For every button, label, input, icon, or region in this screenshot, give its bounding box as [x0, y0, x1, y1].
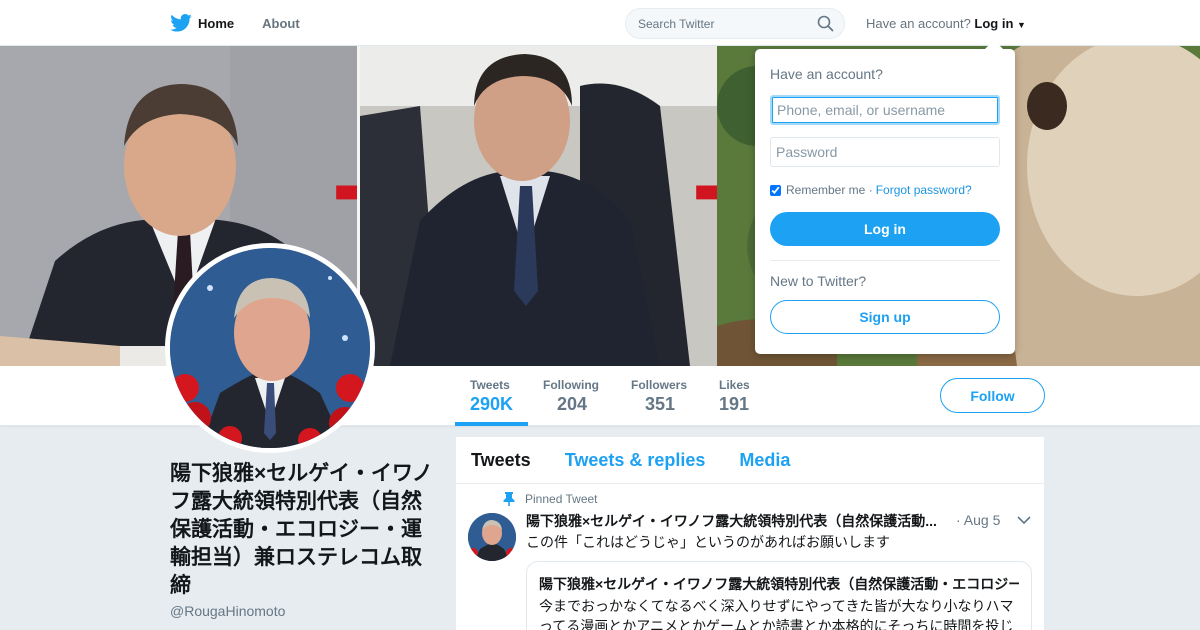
login-dropdown-heading: Have an account? — [770, 66, 883, 82]
password-field[interactable] — [770, 137, 1000, 167]
tweet-author-name[interactable]: 陽下狼雅×セルゲイ・イワノフ露大統領特別代表（自然保護活動... — [526, 511, 946, 531]
remember-me: Remember me · Forgot password? — [770, 183, 972, 197]
stat-value: 290K — [470, 394, 514, 414]
pinned-label: Pinned Tweet — [503, 492, 598, 506]
signup-button[interactable]: Sign up — [770, 300, 1000, 334]
quoted-tweet-author: 陽下狼雅×セルゲイ・イワノフ露大統領特別代表（自然保護活動・エコロジー — [539, 576, 1019, 592]
search-input[interactable] — [638, 9, 818, 38]
tweet-avatar-image — [468, 513, 516, 561]
login-toggle-label: Log in — [974, 16, 1014, 31]
search-icon[interactable] — [817, 15, 834, 32]
stat-label: Tweets — [470, 378, 510, 392]
login-dropdown-toggle[interactable]: Log in ▼ — [974, 16, 1026, 31]
man-in-suit-image — [360, 46, 717, 366]
tweet-text: この件「これはどうじゃ」というのがあればお願いします — [526, 534, 890, 550]
nav-left: Home About — [170, 0, 328, 46]
username-field[interactable] — [770, 95, 1000, 125]
remember-me-checkbox[interactable] — [770, 184, 781, 196]
banner-photo-2: ➡ — [360, 46, 740, 366]
new-to-twitter-text: New to Twitter? — [770, 273, 867, 289]
stat-likes[interactable]: Likes 191 — [719, 378, 750, 415]
quoted-tweet[interactable]: 陽下狼雅×セルゲイ・イワノフ露大統領特別代表（自然保護活動・エコロジー 今までお… — [526, 561, 1032, 630]
active-stat-underline — [455, 422, 528, 426]
forgot-password-link[interactable]: Forgot password? — [876, 183, 972, 197]
remember-me-label: Remember me · — [786, 183, 873, 197]
profile-name: 陽下狼雅×セルゲイ・イワノフ露大統領特別代表（自然保護活動・エコロジー・運輸担当… — [170, 462, 433, 597]
timeline-tabs: Tweets Tweets & replies Media — [456, 437, 1044, 484]
stat-followers[interactable]: Followers 351 — [631, 378, 687, 415]
top-navigation-bar: Home About Have an account? Log in ▼ — [0, 0, 1200, 46]
stat-label: Following — [543, 378, 599, 392]
caret-down-icon: ▼ — [1017, 20, 1026, 30]
nav-home[interactable]: Home — [170, 14, 234, 32]
tab-tweets[interactable]: Tweets — [471, 450, 531, 471]
nav-about-label: About — [262, 15, 300, 31]
account-link: Have an account? Log in ▼ — [866, 16, 1026, 31]
stat-value: 204 — [557, 394, 588, 414]
tweet-avatar[interactable] — [468, 513, 516, 561]
nav-about[interactable]: About — [262, 16, 300, 31]
tweet-date[interactable]: · Aug 5 — [956, 512, 1000, 528]
pinned-text: Pinned Tweet — [525, 492, 598, 506]
stat-following[interactable]: Following 204 — [543, 378, 599, 415]
avatar-image — [170, 248, 370, 448]
stat-label: Likes — [719, 378, 750, 392]
search-box — [625, 8, 845, 39]
tab-tweets-and-replies[interactable]: Tweets & replies — [565, 450, 706, 471]
tab-media[interactable]: Media — [739, 450, 790, 471]
stat-value: 191 — [719, 394, 750, 414]
stat-label: Followers — [631, 378, 688, 392]
pin-icon — [503, 492, 515, 506]
chevron-down-icon[interactable] — [1017, 515, 1031, 525]
twitter-bird-icon — [170, 14, 192, 32]
login-button[interactable]: Log in — [770, 212, 1000, 246]
timeline: Tweets Tweets & replies Media Pinned Twe… — [456, 437, 1044, 630]
profile-avatar[interactable] — [165, 243, 375, 453]
quoted-tweet-text: 今までおっかなくてなるべく深入りせずにやってきた皆が大なり小なりハマってる漫画と… — [539, 598, 1014, 630]
dropdown-divider — [770, 260, 1000, 261]
have-account-text: Have an account? — [866, 16, 971, 31]
login-dropdown: Have an account? Remember me · Forgot pa… — [755, 40, 1015, 354]
nav-home-label: Home — [198, 15, 235, 31]
stat-tweets[interactable]: Tweets 290K — [470, 378, 513, 415]
follow-button[interactable]: Follow — [940, 378, 1045, 413]
stat-value: 351 — [645, 394, 676, 414]
profile-handle: @RougaHinomoto — [170, 603, 286, 619]
